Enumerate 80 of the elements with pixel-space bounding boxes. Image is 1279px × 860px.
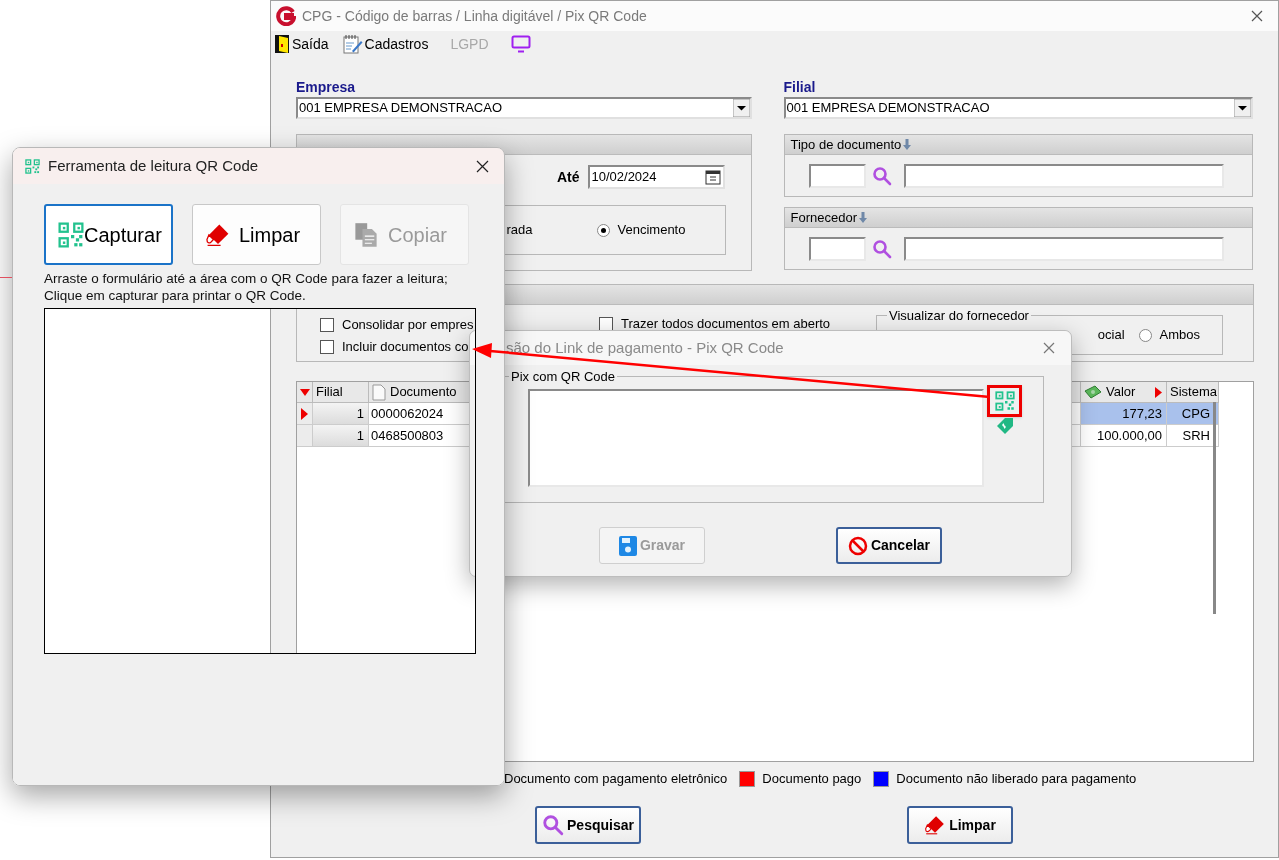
radio-label: rada [506,221,533,240]
arrow-down-icon [859,212,867,223]
close-icon[interactable] [1251,10,1263,22]
instruction-text: Clique em capturar para printar o QR Code. [44,287,307,304]
checkbox-label: Consolidar por empres [342,316,474,335]
search-button[interactable]: Pesquisar [535,806,641,844]
notepad-icon [342,34,363,54]
clear-button[interactable]: Limpar [907,806,1013,844]
date-field[interactable]: 10/02/2024 [587,165,725,189]
group-title: Tipo de documento [790,135,902,154]
app-logo [276,6,296,26]
scrollbar[interactable] [1213,402,1216,614]
checkbox[interactable] [599,317,613,331]
legend-label: Documento não liberado para pagamento [896,770,1137,789]
cancel-icon [847,535,868,556]
checkbox-label: Trazer todos documentos em aberto [621,315,831,334]
qr-code-icon [58,221,84,248]
dialog-title: são do Link de pagamento - Pix QR Code [506,337,784,358]
field-label: Filial [783,78,817,95]
document-icon [372,383,386,401]
documents-icon [353,221,379,248]
qr-code-button[interactable] [987,385,1022,417]
code-field[interactable] [808,237,866,261]
capture-button[interactable]: Capturar [44,204,173,265]
door-icon [274,34,290,54]
price-tag-icon [995,417,1014,435]
search-icon [871,166,892,186]
instruction-text: Arraste o formulário até a área com o QR Code para fazer a leitura; [44,270,449,287]
sort-down-icon [299,388,310,396]
money-icon [1083,385,1103,399]
pix-code-field[interactable] [528,389,984,487]
window-title: Ferramenta de leitura QR Code [48,155,259,176]
group-title: Fornecedor [790,208,857,227]
radio-label: ocial [1097,326,1125,345]
column-header[interactable]: Filial [313,382,369,403]
clear-button[interactable]: Limpar [192,204,321,265]
desktop-line [0,277,12,278]
calendar-icon[interactable] [704,169,721,185]
checkbox[interactable] [320,340,334,354]
field-label: Empresa [296,78,357,95]
field-label: Até [556,167,580,187]
table-cell: 1 [313,425,369,447]
checkbox-label: Incluir documentos co [342,338,469,357]
toolbar-button[interactable]: Cadastros [342,32,429,56]
code-field[interactable] [808,164,866,188]
legend-label: Documento com pagamento eletrônico [504,770,728,789]
search-icon [542,814,565,836]
description-field[interactable] [903,164,1224,188]
sort-right-icon [1155,386,1162,398]
table-cell: 100.000,00 [1081,425,1167,447]
row-header-cell[interactable] [297,403,313,425]
monitor-icon [510,35,531,53]
dropdown-button[interactable] [732,99,750,117]
toolbar-button[interactable]: Saída [274,32,329,56]
description-field[interactable] [903,237,1224,261]
column-header[interactable]: Sistema [1167,382,1219,403]
close-icon[interactable] [476,159,489,173]
arrow-down-icon [903,139,912,150]
search-icon [871,239,892,259]
header-cell[interactable] [297,382,313,403]
window-title: CPG - Código de barras / Linha digitável / Pix QR Code [302,6,647,26]
cancel-button[interactable]: Cancelar [836,527,942,564]
table-cell: CPG [1167,403,1219,425]
column-header[interactable]: Valor [1081,382,1167,403]
row-header-cell[interactable] [297,425,313,447]
table-cell: 1 [313,403,369,425]
table-cell: SRH [1167,425,1219,447]
qr-code-icon [25,158,40,174]
branch-dropdown[interactable]: 001 EMPRESA DEMONSTRACAO [783,97,1253,119]
legend-label: Documento pago [762,770,862,789]
radio-label: Vencimento [617,221,686,240]
qr-code-icon [994,391,1015,411]
checkbox[interactable] [320,318,334,332]
radio-button[interactable] [1138,328,1152,342]
current-row-icon [301,407,308,420]
dropdown-button[interactable] [1234,99,1251,117]
company-dropdown[interactable]: 001 EMPRESA DEMONSTRACAO [296,97,752,119]
radio-button[interactable] [596,223,610,237]
radio-label: Ambos [1159,326,1200,345]
table-cell: 177,23 [1081,403,1167,425]
